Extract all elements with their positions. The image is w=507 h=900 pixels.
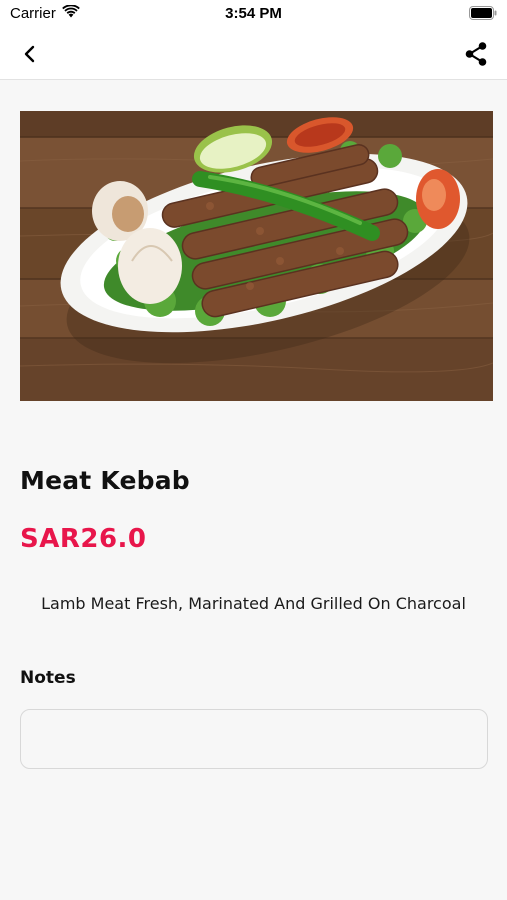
- back-button[interactable]: [16, 40, 44, 68]
- notes-label: Notes: [20, 668, 76, 688]
- product-image: [20, 111, 493, 401]
- product-price: SAR26.0: [20, 524, 147, 554]
- chevron-left-icon: [24, 45, 35, 63]
- share-button[interactable]: [461, 39, 491, 69]
- notes-input[interactable]: [20, 709, 488, 769]
- battery-icon: [469, 6, 497, 24]
- navigation-bar: [0, 28, 507, 80]
- share-icon: [465, 42, 487, 66]
- status-time: 3:54 PM: [225, 5, 282, 22]
- product-title: Meat Kebab: [20, 466, 190, 495]
- product-description: Lamb Meat Fresh, Marinated And Grilled O…: [41, 594, 466, 613]
- status-bar: Carrier 3:54 PM: [0, 0, 507, 28]
